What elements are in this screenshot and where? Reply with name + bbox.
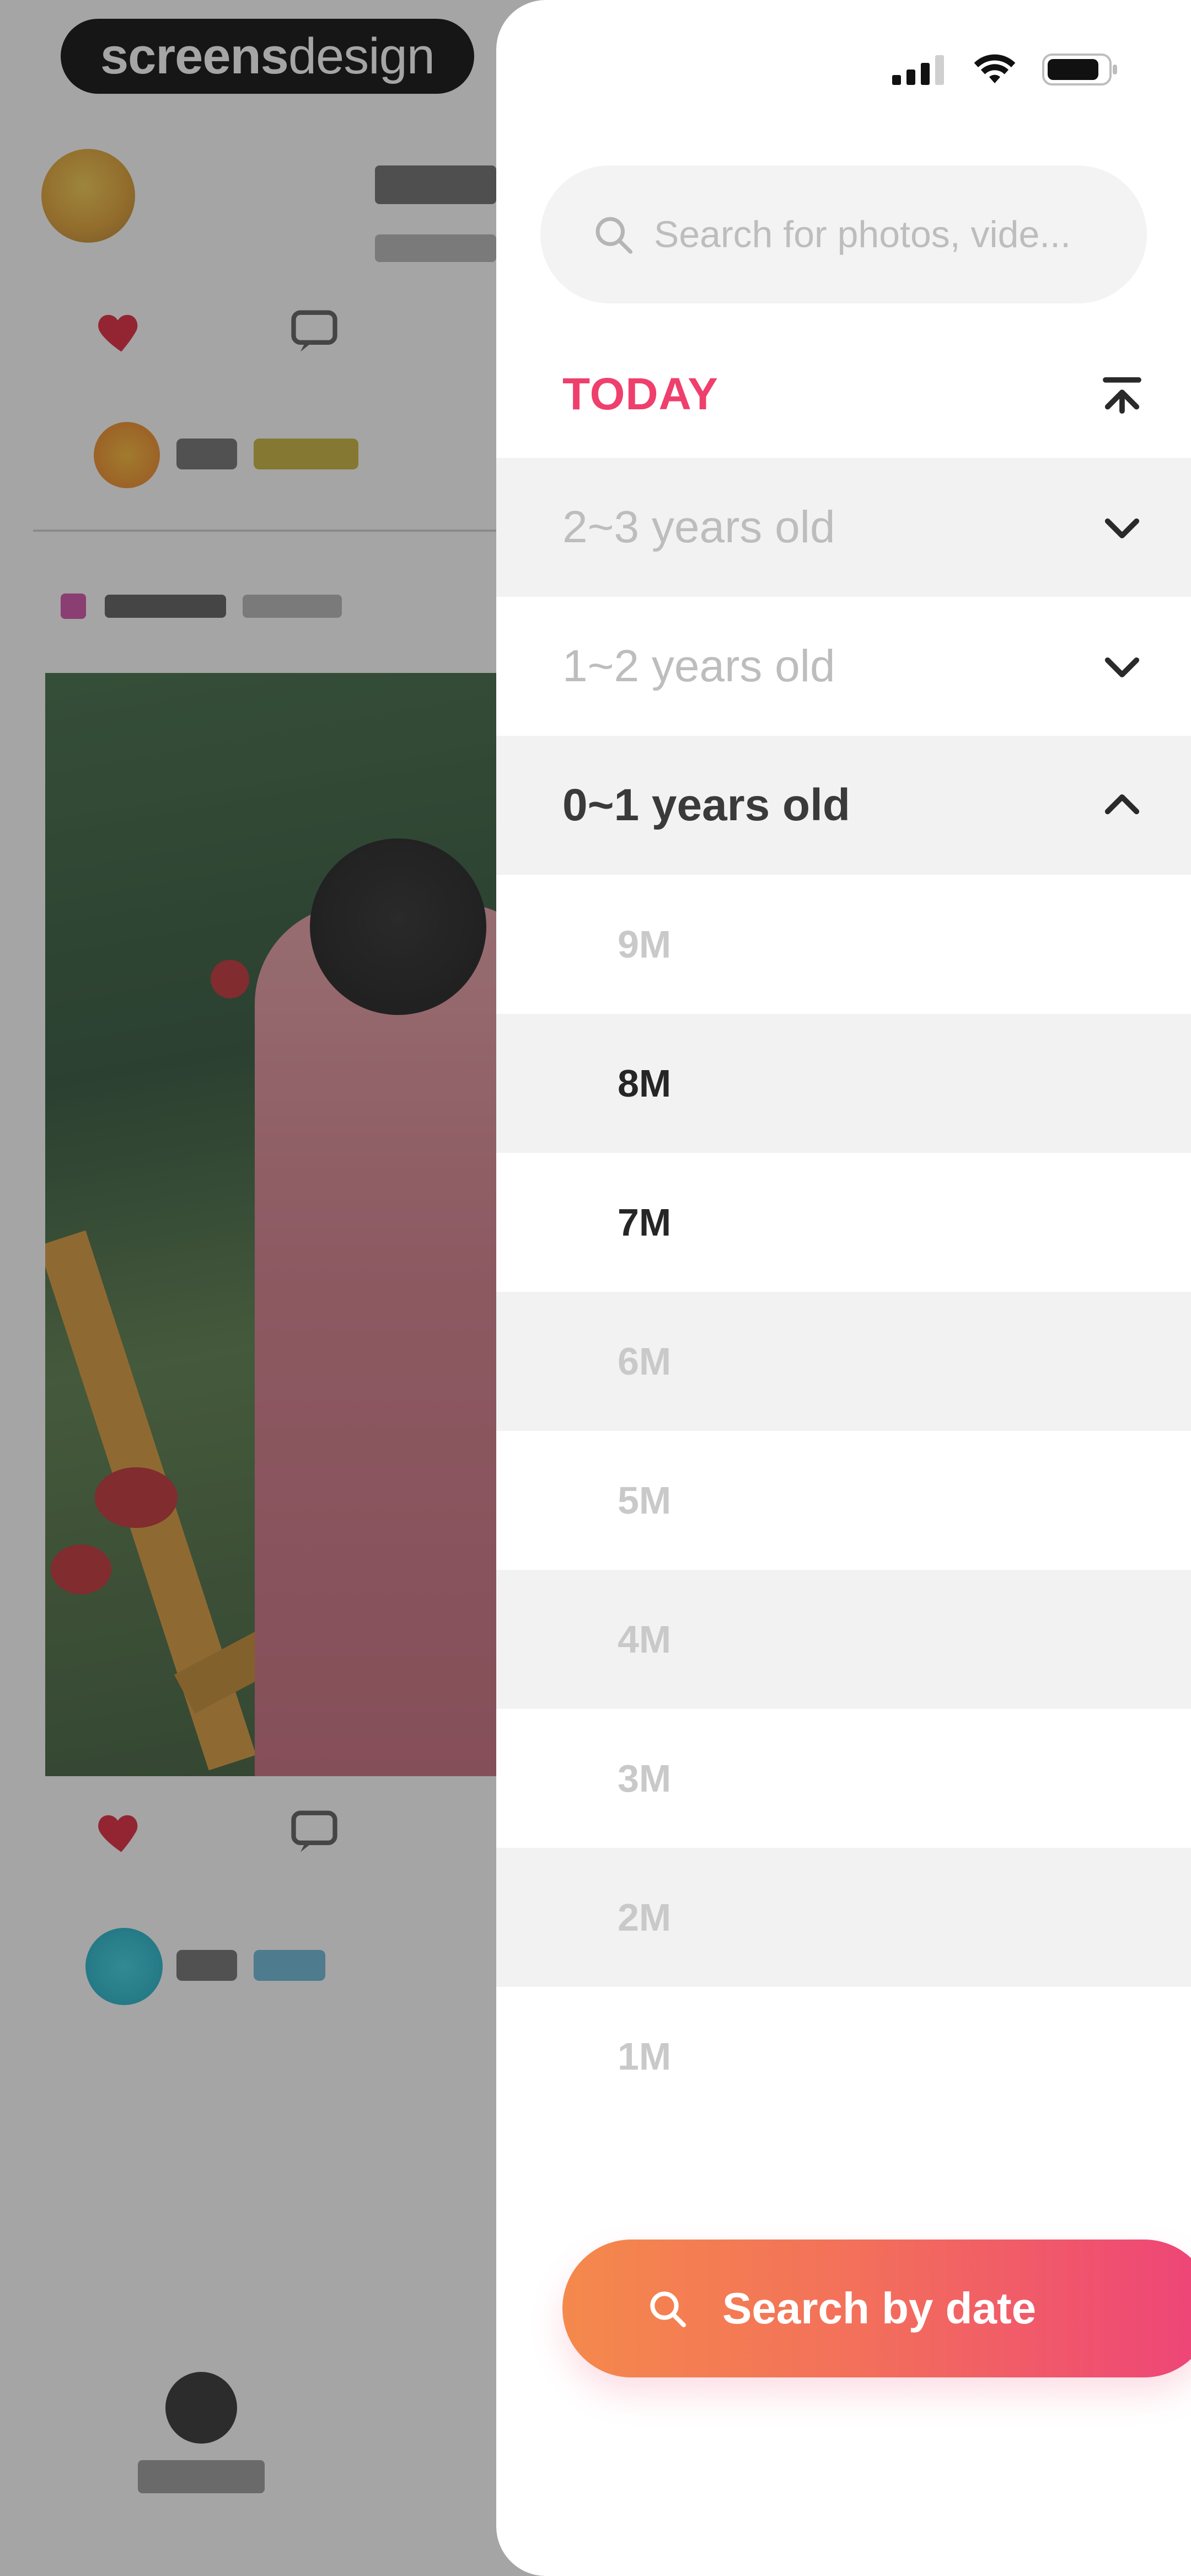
age-timeline-list: 2~3 years old 1~2 years old 0~1 years ol… (496, 458, 1191, 2126)
today-label: TODAY (562, 369, 718, 419)
month-row[interactable]: 9M (496, 875, 1191, 1014)
chevron-down-icon (1104, 518, 1140, 538)
today-row[interactable]: TODAY (496, 331, 1191, 458)
chevron-up-icon (1104, 794, 1140, 815)
wifi-icon (974, 54, 1016, 83)
age-group-label: 0~1 years old (562, 780, 850, 830)
search-icon (596, 217, 632, 254)
month-label: 8M (618, 1062, 672, 1105)
month-row[interactable]: 7M (496, 1153, 1191, 1292)
age-group-label: 2~3 years old (562, 502, 835, 552)
month-label: 9M (618, 923, 672, 966)
collapse-button[interactable] (1097, 781, 1147, 830)
search-icon (650, 2291, 686, 2327)
month-row[interactable]: 5M (496, 1431, 1191, 1570)
chevron-down-icon (1104, 657, 1140, 677)
search-by-date-label: Search by date (722, 2284, 1037, 2333)
battery-icon (1042, 54, 1117, 85)
month-row[interactable]: 1M (496, 1987, 1191, 2126)
timeline-drawer: TODAY 2~3 years old 1~2 years old 0~1 ye… (496, 0, 1191, 2576)
month-row[interactable]: 6M (496, 1292, 1191, 1431)
month-label: 1M (618, 2035, 672, 2078)
month-row[interactable]: 2M (496, 1848, 1191, 1987)
month-label: 7M (618, 1201, 672, 1244)
expand-button[interactable] (1097, 642, 1147, 691)
age-group-row[interactable]: 1~2 years old (496, 597, 1191, 736)
search-input[interactable] (653, 212, 1129, 256)
month-row[interactable]: 4M (496, 1570, 1191, 1709)
month-row[interactable]: 8M (496, 1014, 1191, 1153)
search-by-date-button[interactable]: Search by date (562, 2240, 1191, 2377)
age-group-row[interactable]: 0~1 years old (496, 736, 1191, 875)
month-label: 4M (618, 1618, 672, 1661)
month-row[interactable]: 3M (496, 1709, 1191, 1848)
age-group-row[interactable]: 2~3 years old (496, 458, 1191, 597)
collapse-to-top-button[interactable] (1097, 370, 1147, 419)
media-search-bar[interactable] (540, 165, 1147, 303)
expand-button[interactable] (1097, 503, 1147, 552)
cellular-signal-icon (892, 55, 944, 85)
month-label: 5M (618, 1479, 672, 1522)
status-bar (892, 52, 1119, 87)
month-label: 2M (618, 1896, 672, 1939)
month-label: 3M (618, 1757, 672, 1800)
age-group-label: 1~2 years old (562, 641, 835, 691)
month-label: 6M (618, 1340, 672, 1383)
collapse-to-top-icon (1103, 377, 1141, 414)
